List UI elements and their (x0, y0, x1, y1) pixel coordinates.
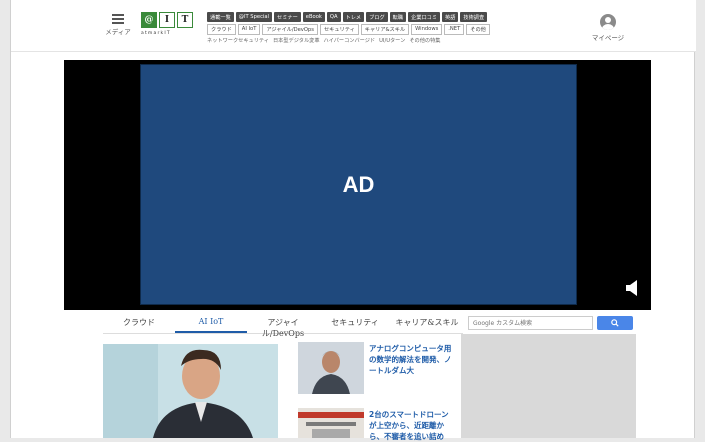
category-nav: クラウド AI IoT アジャイル/DevOps セキュリティ キャリア&スキル Wind… (207, 24, 490, 35)
primary-nav: 通載一覧 @IT Special セミナー eBook QA トレメ ブログ 転職 企業口コミ英… (207, 12, 488, 22)
logo-letter: @ (141, 12, 157, 28)
primary-nav-item[interactable]: トレメ (342, 12, 365, 22)
site-logo[interactable]: @ I T atmarkIT (141, 12, 194, 42)
article-thumbnail[interactable] (298, 408, 364, 438)
media-menu-label: メディア (105, 28, 131, 36)
category-nav-item[interactable]: .NET (444, 24, 465, 35)
tab-agile-devops[interactable]: アジャイル/DevOps (247, 312, 319, 338)
category-nav-item[interactable]: キャリア&スキル (360, 24, 410, 35)
feature-link[interactable]: その他の特集 (409, 37, 440, 44)
feature-links: ネットワークセキュリティ 日本型デジタル変革 ハイパーコンバージド UI/Uターン その… (207, 37, 440, 44)
category-nav-item[interactable]: AI IoT (237, 24, 261, 35)
category-tabs: クラウド AI IoT アジャイル/DevOps セキュリティ キャリア&スキル (103, 312, 463, 338)
primary-nav-item[interactable]: QA (326, 12, 341, 22)
logo-letter: I (159, 12, 175, 28)
category-nav-item[interactable]: アジャイル/DevOps (262, 24, 318, 35)
site-search (468, 316, 638, 332)
feature-link[interactable]: ネットワークセキュリティ (207, 37, 269, 44)
video-ad-player[interactable]: AD (64, 60, 651, 310)
speaker-icon[interactable] (624, 278, 642, 298)
search-icon (611, 319, 619, 327)
article-headline[interactable]: アナログコンピュータ用の数学的解法を開発、ノートルダム大 (369, 343, 453, 376)
feature-link[interactable]: 日本型デジタル変革 (273, 37, 320, 44)
tab-cloud[interactable]: クラウド (103, 312, 175, 333)
ad-label: AD (342, 171, 375, 197)
primary-nav-item[interactable]: 英語 (442, 12, 459, 22)
article-headline[interactable]: 2台のスマートドローンが上空から、近距離から、不審者を追い詰め (369, 409, 453, 442)
media-menu-button[interactable]: メディア (101, 14, 135, 36)
primary-nav-item[interactable]: 企業口コミ (408, 12, 441, 22)
primary-nav-item[interactable]: @IT Special (235, 12, 272, 22)
search-input[interactable] (468, 316, 593, 330)
sidebar-ad-slot (461, 334, 636, 438)
primary-nav-item[interactable]: 転職 (389, 12, 407, 22)
tab-ai-iot[interactable]: AI IoT (175, 312, 247, 333)
category-nav-item[interactable]: その他 (466, 24, 490, 35)
primary-nav-item[interactable]: 通載一覧 (207, 12, 234, 22)
mypage-button[interactable]: マイページ (591, 14, 625, 42)
logo-letter: T (177, 12, 193, 28)
logo-subtitle: atmarkIT (141, 31, 171, 36)
feature-link[interactable]: UI/Uターン (379, 37, 405, 44)
category-nav-item[interactable]: Windows (411, 24, 443, 35)
tab-career-skill[interactable]: キャリア&スキル (391, 312, 463, 333)
article-thumbnail[interactable] (298, 342, 364, 394)
category-nav-item[interactable]: セキュリティ (319, 24, 359, 35)
primary-nav-item[interactable]: 技術調査 (460, 12, 488, 22)
user-icon (600, 14, 616, 30)
ad-banner[interactable]: AD (140, 64, 577, 305)
featured-article-image[interactable] (103, 344, 278, 438)
search-button[interactable] (597, 316, 633, 330)
feature-link[interactable]: ハイパーコンバージド (324, 37, 376, 44)
primary-nav-item[interactable]: セミナー (274, 12, 301, 22)
mypage-label: マイページ (591, 34, 625, 42)
page-frame: メディア @ I T atmarkIT 通載一覧 @IT Special セミナー e… (10, 0, 696, 441)
primary-nav-item[interactable]: eBook (302, 12, 325, 22)
hamburger-icon (112, 14, 124, 24)
primary-nav-item[interactable]: ブログ (366, 12, 388, 22)
category-nav-item[interactable]: クラウド (207, 24, 236, 35)
site-header: メディア @ I T atmarkIT 通載一覧 @IT Special セミナー e… (11, 0, 696, 52)
tab-security[interactable]: セキュリティ (319, 312, 391, 333)
